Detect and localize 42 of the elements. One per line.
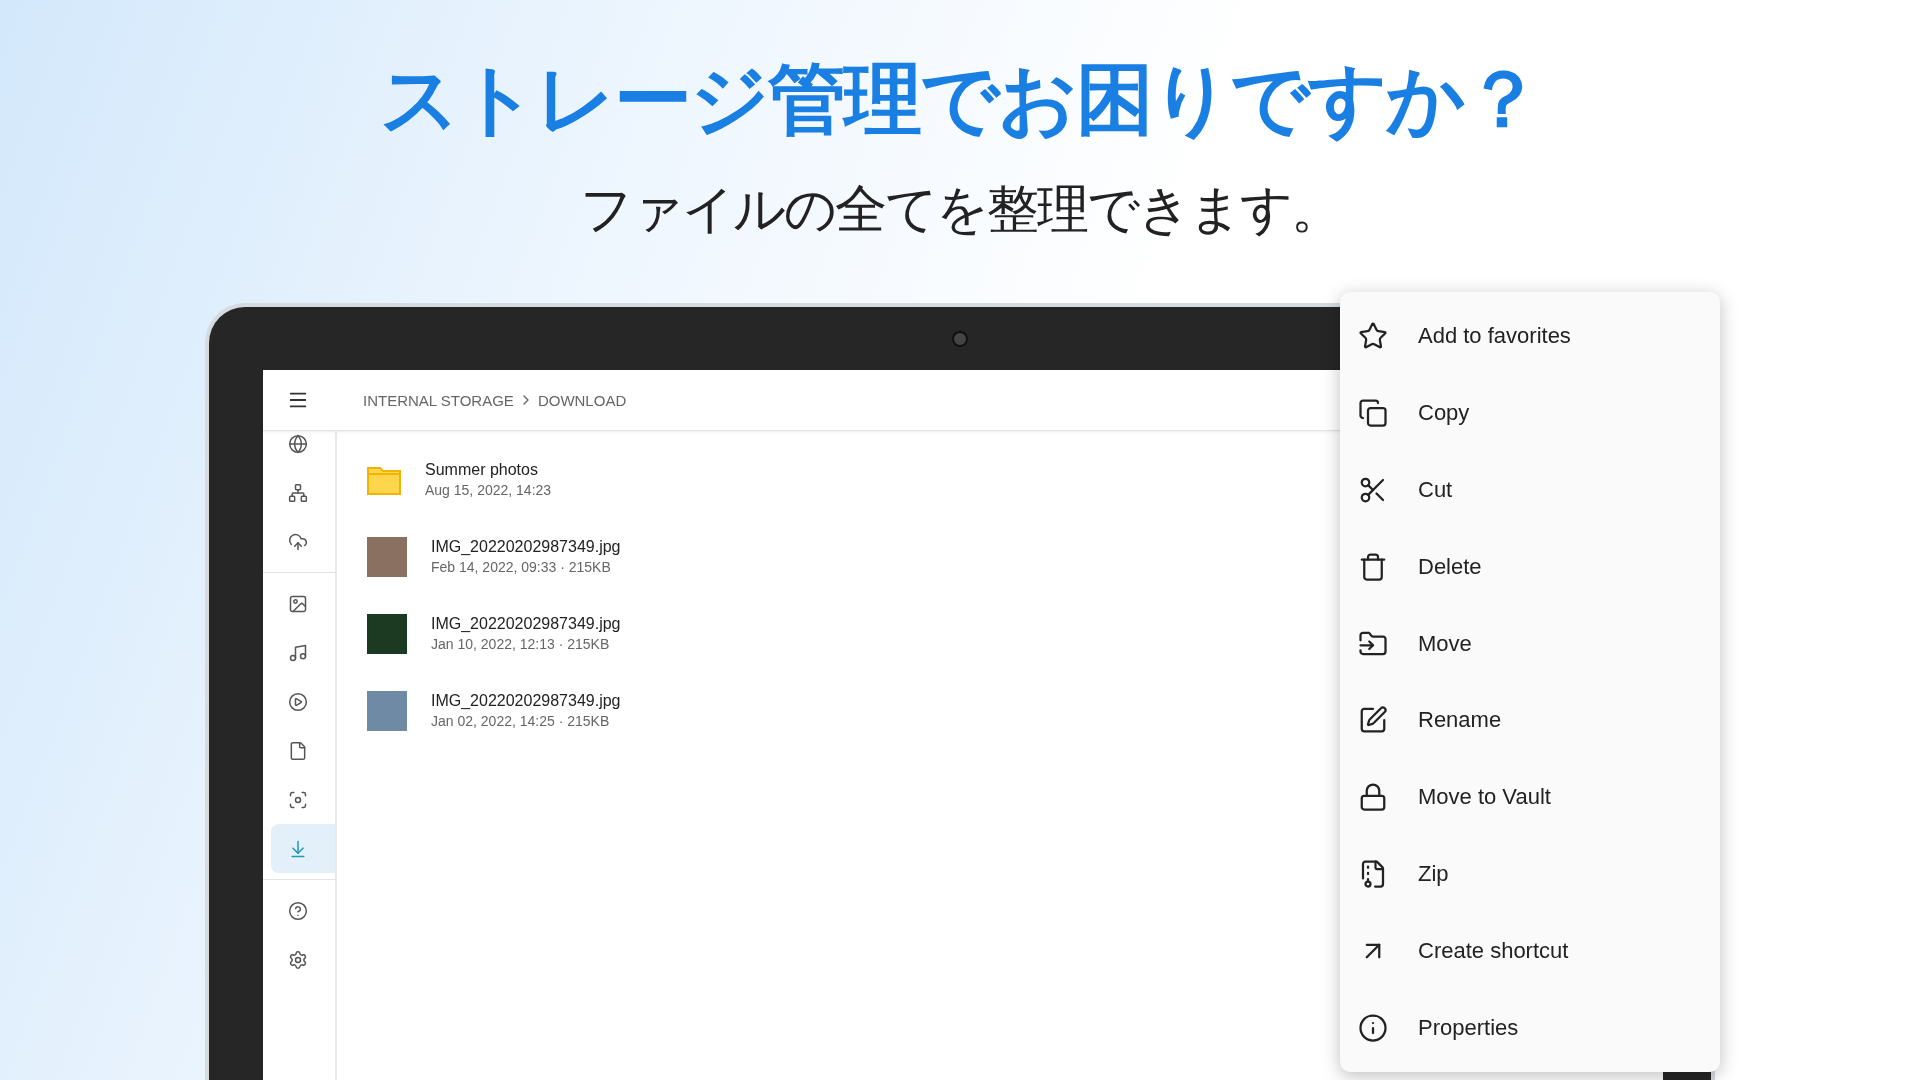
- lock-icon: [1358, 782, 1388, 813]
- photo-placeholder: [367, 690, 407, 731]
- help-icon: [288, 900, 308, 921]
- breadcrumb-item[interactable]: DOWNLOAD: [537, 391, 627, 409]
- copy-icon: [1358, 398, 1388, 429]
- menu-item[interactable]: Cut: [1340, 451, 1720, 529]
- menu-item[interactable]: Properties: [1340, 989, 1720, 1066]
- breadcrumb-item[interactable]: INTERNAL STORAGE: [363, 391, 514, 409]
- photo-placeholder: [367, 536, 407, 577]
- trash-icon: [1358, 551, 1388, 582]
- headline: ストレージ管理でお困りですか？: [380, 53, 1540, 146]
- menu-item[interactable]: Move to Vault: [1340, 758, 1720, 836]
- menu-item[interactable]: Move: [1340, 605, 1720, 682]
- image-icon: [288, 593, 308, 614]
- file-name: IMG_20220202987349.jpg: [431, 692, 621, 710]
- photo-placeholder: [367, 613, 407, 654]
- menu-item[interactable]: Delete: [1340, 528, 1720, 606]
- file-meta: Aug 15, 2022, 14:23: [425, 482, 552, 498]
- folder-icon: [367, 464, 401, 495]
- file-meta: Jan 02, 2022, 14:25 · 215KB: [431, 713, 611, 729]
- file-name: IMG_20220202987349.jpg: [431, 538, 621, 556]
- globe-icon: [288, 433, 308, 454]
- file-name: IMG_20220202987349.jpg: [431, 615, 621, 633]
- settings-icon: [288, 949, 308, 970]
- info-icon: [1358, 1012, 1388, 1043]
- file-icon: [288, 740, 308, 761]
- file-meta: Jan 10, 2022, 12:13 · 215KB: [431, 636, 611, 652]
- file-meta: Feb 14, 2022, 09:33 · 215KB: [431, 559, 612, 575]
- menu-item[interactable]: Zip: [1340, 835, 1720, 913]
- cloud-upload-icon: [288, 531, 308, 552]
- scan-icon: [288, 789, 308, 810]
- file-name: Summer photos: [425, 461, 539, 479]
- menu-item[interactable]: Rename: [1340, 682, 1720, 759]
- menu-item[interactable]: Copy: [1340, 374, 1720, 452]
- menu-item[interactable]: Add to favorites: [1340, 298, 1720, 375]
- menu-item[interactable]: Create shortcut: [1340, 912, 1720, 990]
- music-note-icon: [288, 642, 308, 663]
- network-icon: [288, 482, 308, 503]
- camera-icon: [952, 331, 968, 347]
- download-icon: [288, 838, 308, 859]
- subtitle: ファイルの全てを整理できます。: [579, 178, 1341, 241]
- play-circle-icon: [288, 691, 308, 712]
